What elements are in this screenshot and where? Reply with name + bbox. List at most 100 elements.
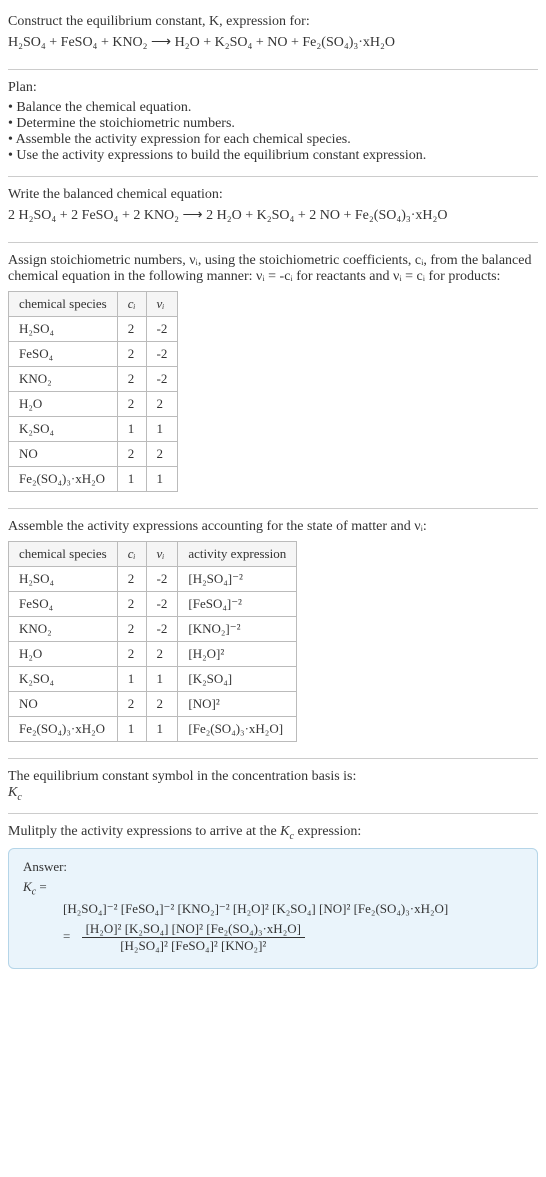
- activity-table: chemical species cᵢ νᵢ activity expressi…: [8, 541, 297, 742]
- cell: 1: [117, 417, 146, 442]
- balanced-equation: 2 H₂SO₄ + 2 FeSO₄ + 2 KNO₂ ⟶ 2 H₂O + K₂S…: [8, 207, 538, 224]
- cell: FeSO₄: [9, 592, 118, 617]
- table-header-row: chemical species cᵢ νᵢ activity expressi…: [9, 542, 297, 567]
- col-header: νᵢ: [146, 292, 178, 317]
- cell: 1: [146, 717, 178, 742]
- multiply-intro: Mulitply the activity expressions to arr…: [8, 824, 538, 842]
- balanced-label: Write the balanced chemical equation:: [8, 187, 538, 203]
- divider: [8, 69, 538, 70]
- divider: [8, 176, 538, 177]
- cell: -2: [146, 367, 178, 392]
- cell: [H₂O]²: [178, 642, 297, 667]
- plan-item: Determine the stoichiometric numbers.: [8, 116, 538, 132]
- cell: -2: [146, 342, 178, 367]
- table-row: K₂SO₄11[K₂SO₄]: [9, 667, 297, 692]
- cell: 2: [117, 342, 146, 367]
- cell: Fe₂(SO₄)₃·xH₂O: [9, 717, 118, 742]
- cell: Fe₂(SO₄)₃·xH₂O: [9, 467, 118, 492]
- col-header: cᵢ: [117, 292, 146, 317]
- cell: 2: [117, 642, 146, 667]
- plan-item: Balance the chemical equation.: [8, 100, 538, 116]
- fraction-numerator: [H₂O]² [K₂SO₄] [NO]² [Fe₂(SO₄)₃·xH₂O]: [82, 921, 305, 938]
- cell: H₂SO₄: [9, 567, 118, 592]
- cell: [NO]²: [178, 692, 297, 717]
- cell: 2: [117, 367, 146, 392]
- divider: [8, 813, 538, 814]
- cell: 1: [146, 667, 178, 692]
- cell: 2: [146, 642, 178, 667]
- cell: -2: [146, 592, 178, 617]
- cell: 1: [117, 667, 146, 692]
- table-row: H₂SO₄2-2: [9, 317, 178, 342]
- table-row: H₂O22: [9, 392, 178, 417]
- cell: 1: [146, 417, 178, 442]
- cell: [Fe₂(SO₄)₃·xH₂O]: [178, 717, 297, 742]
- kc-fraction: = [H₂O]² [K₂SO₄] [NO]² [Fe₂(SO₄)₃·xH₂O] …: [23, 921, 523, 954]
- cell: -2: [146, 617, 178, 642]
- cell: 1: [117, 467, 146, 492]
- col-header: νᵢ: [146, 542, 178, 567]
- cell: K₂SO₄: [9, 417, 118, 442]
- plan-label: Plan:: [8, 80, 538, 96]
- cell: KNO₂: [9, 617, 118, 642]
- multiply-section: Mulitply the activity expressions to arr…: [8, 818, 538, 975]
- cell: NO: [9, 692, 118, 717]
- cell: H₂O: [9, 392, 118, 417]
- cell: NO: [9, 442, 118, 467]
- cell: K₂SO₄: [9, 667, 118, 692]
- table-row: KNO₂2-2: [9, 367, 178, 392]
- kc-equals: Kc =: [23, 879, 523, 898]
- cell: 2: [117, 392, 146, 417]
- cell: 2: [117, 592, 146, 617]
- intro-prompt: Construct the equilibrium constant, K, e…: [8, 14, 538, 30]
- col-header: chemical species: [9, 292, 118, 317]
- table-row: H₂O22[H₂O]²: [9, 642, 297, 667]
- stoich-table: chemical species cᵢ νᵢ H₂SO₄2-2 FeSO₄2-2…: [8, 291, 178, 492]
- cell: 2: [146, 692, 178, 717]
- divider: [8, 508, 538, 509]
- plan-list: Balance the chemical equation. Determine…: [8, 100, 538, 164]
- cell: [KNO₂]⁻²: [178, 617, 297, 642]
- kc-basis-section: The equilibrium constant symbol in the c…: [8, 763, 538, 809]
- cell: -2: [146, 317, 178, 342]
- table-row: NO22[NO]²: [9, 692, 297, 717]
- stoich-intro: Assign stoichiometric numbers, νᵢ, using…: [8, 253, 538, 285]
- cell: [FeSO₄]⁻²: [178, 592, 297, 617]
- kc-basis-symbol: Kc: [8, 785, 538, 803]
- cell: 2: [117, 567, 146, 592]
- plan-section: Plan: Balance the chemical equation. Det…: [8, 74, 538, 172]
- cell: -2: [146, 567, 178, 592]
- kc-long-expression: [H₂SO₄]⁻² [FeSO₄]⁻² [KNO₂]⁻² [H₂O]² [K₂S…: [23, 901, 523, 917]
- kc-basis-line1: The equilibrium constant symbol in the c…: [8, 769, 538, 785]
- cell: 2: [117, 692, 146, 717]
- intro-section: Construct the equilibrium constant, K, e…: [8, 8, 538, 65]
- cell: 2: [146, 392, 178, 417]
- cell: 2: [117, 317, 146, 342]
- cell: [H₂SO₄]⁻²: [178, 567, 297, 592]
- stoich-section: Assign stoichiometric numbers, νᵢ, using…: [8, 247, 538, 504]
- cell: 1: [117, 717, 146, 742]
- col-header: cᵢ: [117, 542, 146, 567]
- answer-box: Answer: Kc = [H₂SO₄]⁻² [FeSO₄]⁻² [KNO₂]⁻…: [8, 848, 538, 970]
- table-row: K₂SO₄11: [9, 417, 178, 442]
- table-row: FeSO₄2-2: [9, 342, 178, 367]
- intro-equation: H₂SO₄ + FeSO₄ + KNO₂ ⟶ H₂O + K₂SO₄ + NO …: [8, 34, 538, 51]
- activity-section: Assemble the activity expressions accoun…: [8, 513, 538, 754]
- col-header: activity expression: [178, 542, 297, 567]
- answer-label: Answer:: [23, 859, 523, 875]
- divider: [8, 242, 538, 243]
- plan-item: Use the activity expressions to build th…: [8, 148, 538, 164]
- activity-intro: Assemble the activity expressions accoun…: [8, 519, 538, 535]
- cell: 1: [146, 467, 178, 492]
- plan-item: Assemble the activity expression for eac…: [8, 132, 538, 148]
- table-row: KNO₂2-2[KNO₂]⁻²: [9, 617, 297, 642]
- cell: H₂O: [9, 642, 118, 667]
- fraction-denominator: [H₂SO₄]² [FeSO₄]² [KNO₂]²: [82, 938, 305, 954]
- table-row: FeSO₄2-2[FeSO₄]⁻²: [9, 592, 297, 617]
- cell: 2: [117, 617, 146, 642]
- cell: 2: [117, 442, 146, 467]
- table-row: Fe₂(SO₄)₃·xH₂O11: [9, 467, 178, 492]
- table-row: NO22: [9, 442, 178, 467]
- cell: 2: [146, 442, 178, 467]
- cell: H₂SO₄: [9, 317, 118, 342]
